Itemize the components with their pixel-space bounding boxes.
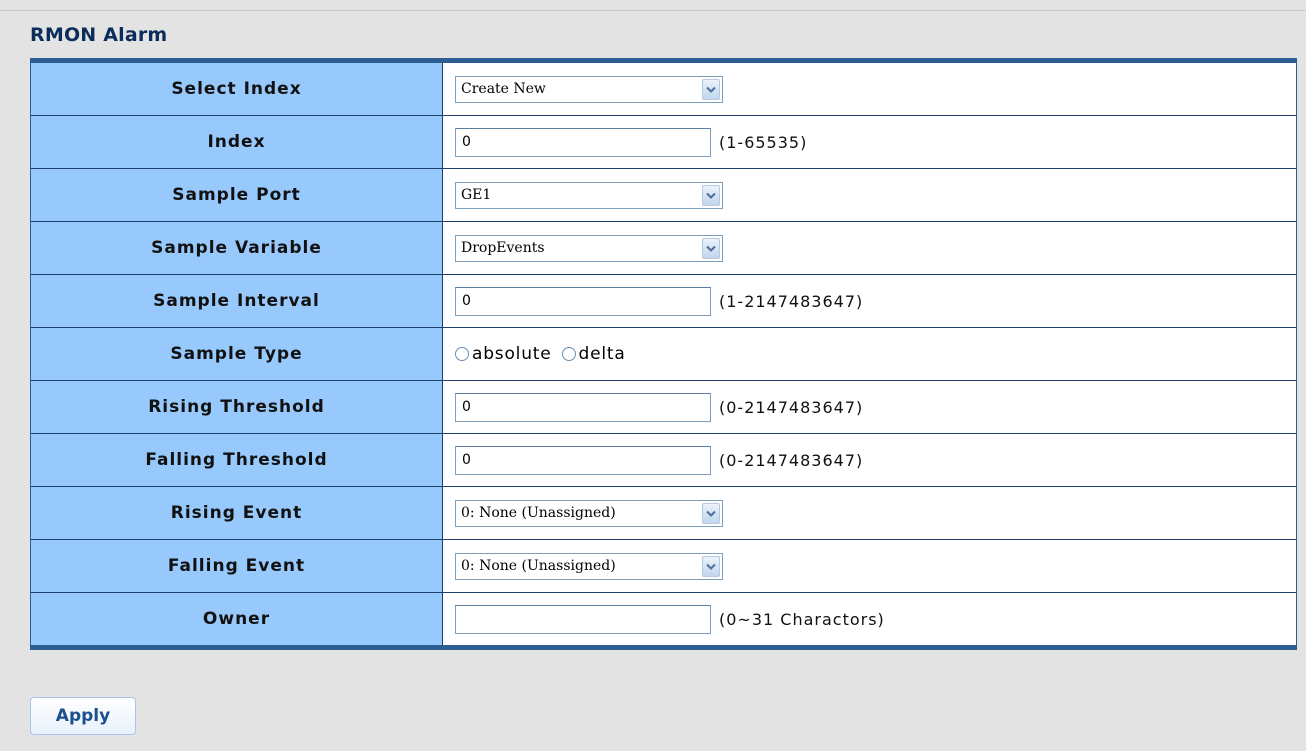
select-index-value: Create New	[461, 81, 546, 97]
sample-type-label: Sample Type	[31, 328, 443, 380]
rising-threshold-input[interactable]	[455, 392, 711, 422]
top-divider	[0, 10, 1306, 11]
sample-type-absolute-label: absolute	[472, 344, 552, 364]
row-falling-event: Falling Event 0: None (Unassigned)	[31, 540, 1296, 593]
sample-port-label: Sample Port	[31, 169, 443, 221]
sample-type-absolute-option[interactable]: absolute	[455, 344, 552, 364]
index-cell: (1-65535)	[443, 116, 1296, 168]
owner-length-hint: (0~31 Charactors)	[719, 609, 885, 629]
rising-event-cell: 0: None (Unassigned)	[443, 487, 1296, 539]
rising-event-label: Rising Event	[31, 487, 443, 539]
falling-threshold-cell: (0-2147483647)	[443, 434, 1296, 486]
owner-cell: (0~31 Charactors)	[443, 593, 1296, 645]
rising-event-dropdown[interactable]: 0: None (Unassigned)	[455, 499, 723, 527]
chevron-down-icon[interactable]	[702, 502, 720, 524]
select-index-cell: Create New	[443, 63, 1296, 115]
sample-port-dropdown[interactable]: GE1	[455, 181, 723, 209]
falling-event-dropdown[interactable]: 0: None (Unassigned)	[455, 552, 723, 580]
sample-variable-dropdown[interactable]: DropEvents	[455, 234, 723, 262]
sample-variable-label: Sample Variable	[31, 222, 443, 274]
row-rising-event: Rising Event 0: None (Unassigned)	[31, 487, 1296, 540]
chevron-down-icon[interactable]	[702, 555, 720, 577]
rising-threshold-cell: (0-2147483647)	[443, 381, 1296, 433]
row-sample-interval: Sample Interval (1-2147483647)	[31, 275, 1296, 328]
row-select-index: Select Index Create New	[31, 63, 1296, 116]
sample-interval-label: Sample Interval	[31, 275, 443, 327]
sample-interval-range-hint: (1-2147483647)	[719, 291, 864, 311]
radio-icon[interactable]	[561, 347, 576, 361]
rising-threshold-range-hint: (0-2147483647)	[719, 397, 864, 417]
sample-port-value: GE1	[461, 187, 492, 203]
rising-threshold-label: Rising Threshold	[31, 381, 443, 433]
row-sample-variable: Sample Variable DropEvents	[31, 222, 1296, 275]
apply-button[interactable]: Apply	[30, 697, 136, 735]
index-range-hint: (1-65535)	[719, 132, 808, 152]
owner-input[interactable]	[455, 604, 711, 634]
page-title: RMON Alarm	[30, 24, 168, 46]
select-index-dropdown[interactable]: Create New	[455, 75, 723, 103]
row-sample-type: Sample Type absolute delta	[31, 328, 1296, 381]
rmon-alarm-form: Select Index Create New Index (1-65535) …	[30, 58, 1297, 650]
falling-event-value: 0: None (Unassigned)	[461, 558, 616, 574]
radio-icon[interactable]	[455, 347, 469, 361]
rising-event-value: 0: None (Unassigned)	[461, 505, 616, 521]
row-owner: Owner (0~31 Charactors)	[31, 593, 1296, 645]
sample-type-cell: absolute delta	[443, 328, 1296, 380]
sample-type-delta-label: delta	[578, 344, 626, 364]
chevron-down-icon[interactable]	[702, 184, 720, 206]
falling-threshold-label: Falling Threshold	[31, 434, 443, 486]
sample-variable-cell: DropEvents	[443, 222, 1296, 274]
falling-threshold-input[interactable]	[455, 445, 711, 475]
row-index: Index (1-65535)	[31, 116, 1296, 169]
owner-label: Owner	[31, 593, 443, 645]
sample-port-cell: GE1	[443, 169, 1296, 221]
row-rising-threshold: Rising Threshold (0-2147483647)	[31, 381, 1296, 434]
select-index-label: Select Index	[31, 63, 443, 115]
sample-variable-value: DropEvents	[461, 240, 545, 256]
sample-interval-cell: (1-2147483647)	[443, 275, 1296, 327]
chevron-down-icon[interactable]	[702, 78, 720, 100]
chevron-down-icon[interactable]	[702, 237, 720, 259]
falling-threshold-range-hint: (0-2147483647)	[719, 450, 864, 470]
falling-event-label: Falling Event	[31, 540, 443, 592]
falling-event-cell: 0: None (Unassigned)	[443, 540, 1296, 592]
sample-type-radio-group: absolute delta	[455, 344, 636, 364]
index-label: Index	[31, 116, 443, 168]
row-sample-port: Sample Port GE1	[31, 169, 1296, 222]
sample-type-delta-option[interactable]: delta	[561, 344, 626, 364]
row-falling-threshold: Falling Threshold (0-2147483647)	[31, 434, 1296, 487]
sample-interval-input[interactable]	[455, 286, 711, 316]
index-input[interactable]	[455, 127, 711, 157]
